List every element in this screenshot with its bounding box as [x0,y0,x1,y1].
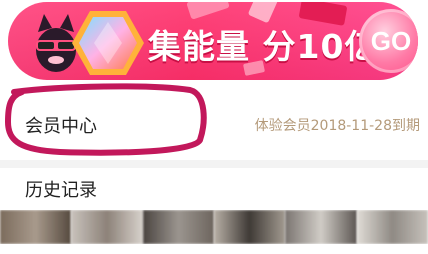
member-center-label: 会员中心 [25,116,97,137]
member-center-row[interactable]: 会员中心 体验会员2018-11-28到期 [0,98,428,154]
thumbnail[interactable] [356,210,428,244]
thumbnail[interactable] [71,210,143,244]
history-row[interactable]: 历史记录 [0,168,428,208]
history-thumbnails [0,210,428,244]
membership-status: 体验会员2018-11-28到期 [254,118,420,134]
energy-gem-icon [72,11,144,75]
thumbnail[interactable] [0,210,72,244]
section-separator [0,160,428,168]
history-label: 历史记录 [25,180,97,201]
banner-slogan: 集能量 分10亿 [148,27,379,66]
thumbnail[interactable] [142,210,214,244]
go-button[interactable]: GO [359,9,418,73]
thumbnail[interactable] [213,210,286,244]
promo-banner[interactable]: 集能量 分10亿 GO [8,2,418,80]
thumbnail[interactable] [285,210,357,244]
